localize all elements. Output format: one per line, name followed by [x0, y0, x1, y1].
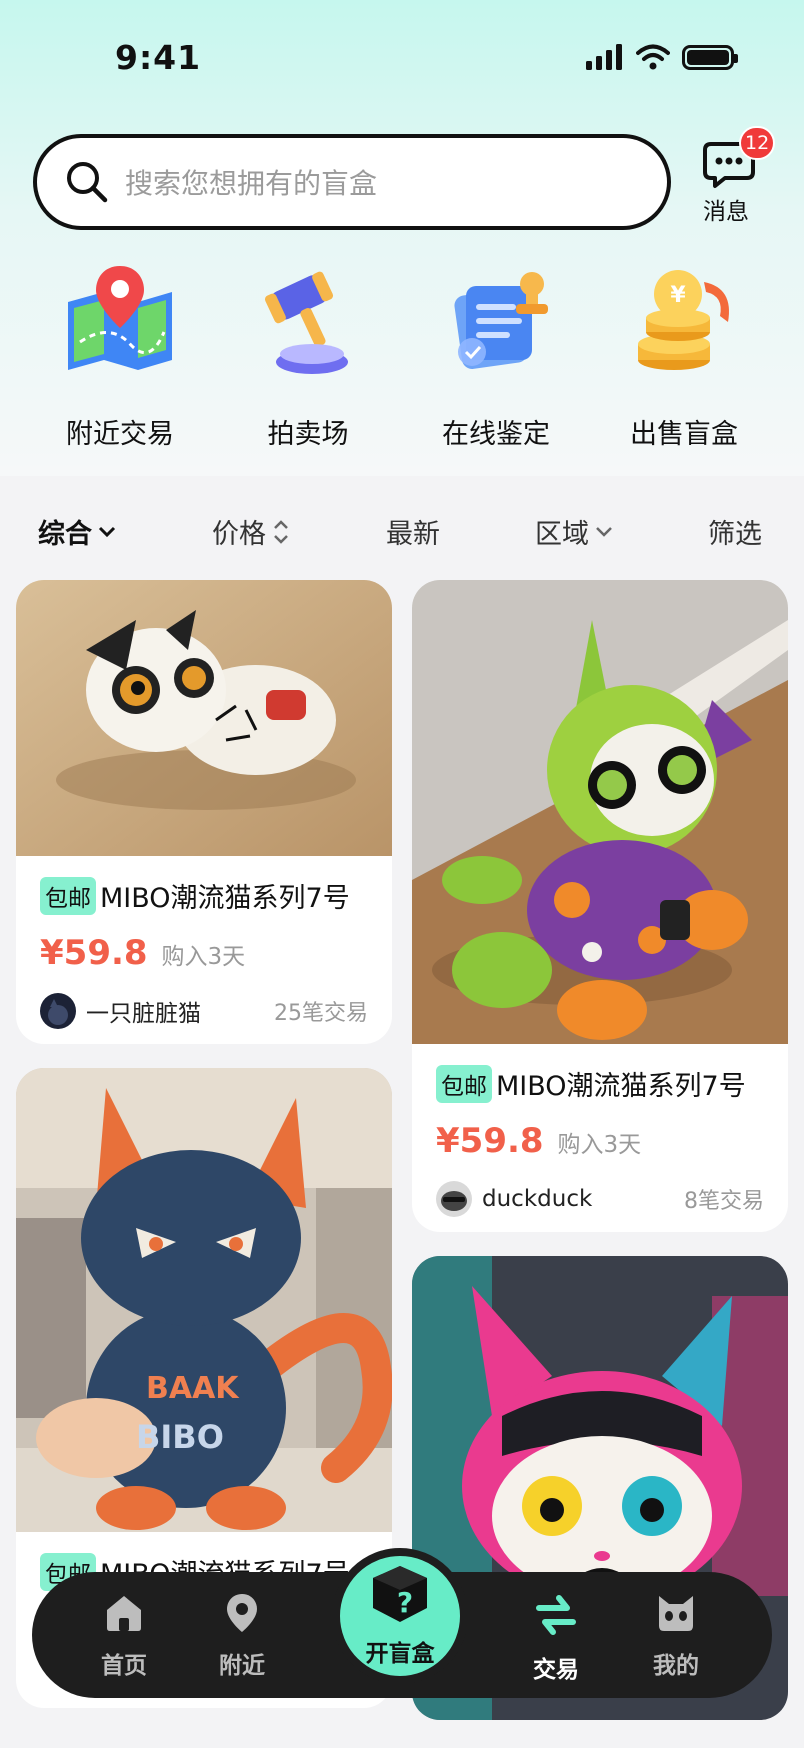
- tab-home[interactable]: 首页: [84, 1592, 164, 1680]
- product-title: MIBO潮流猫系列7号: [100, 883, 350, 914]
- quick-action-label: 在线鉴定: [442, 419, 550, 450]
- product-info: 包邮 MIBO潮流猫系列7号 ¥59.8 购入3天 一只脏脏猫 25笔交易: [16, 876, 392, 1029]
- message-count-badge: 12: [739, 126, 776, 160]
- messages-button[interactable]: 12 消息: [695, 126, 776, 225]
- product-card[interactable]: 包邮 MIBO潮流猫系列7号 ¥59.8 购入3天 duckduck 8笔交易: [412, 580, 788, 1232]
- tab-label: 附近: [219, 1653, 265, 1679]
- sort-icon: [274, 519, 288, 544]
- cat-face-icon: [659, 1596, 693, 1631]
- tab-label: 交易: [533, 1657, 579, 1683]
- product-card[interactable]: 包邮 MIBO潮流猫系列7号 ¥59.8 购入3天 一只脏脏猫 25笔交易: [16, 580, 392, 1044]
- seller-name[interactable]: 一只脏脏猫: [86, 994, 201, 1028]
- purchase-age: 购入3天: [557, 1132, 642, 1158]
- search-placeholder: 搜索您想拥有的盲盒: [125, 167, 378, 200]
- quick-action-label: 附近交易: [66, 419, 174, 450]
- filter-label: 筛选: [708, 519, 762, 550]
- product-price: ¥59.8: [436, 1121, 544, 1161]
- wifi-icon: [636, 44, 670, 70]
- status-icons: [586, 44, 738, 70]
- location-pin-icon: [227, 1594, 257, 1632]
- avatar[interactable]: [436, 1181, 472, 1217]
- quick-action-sell-box[interactable]: ¥ 出售盲盒: [604, 262, 764, 451]
- trade-count: 25笔交易: [274, 1001, 368, 1026]
- svg-text:BIBO: BIBO: [136, 1418, 224, 1456]
- filter-price[interactable]: 价格: [212, 512, 290, 551]
- chevron-down-icon: [98, 526, 116, 537]
- map-pin-icon: [68, 266, 172, 370]
- tab-mine[interactable]: 我的: [636, 1592, 716, 1680]
- product-image: BAAK BIBO: [16, 1068, 392, 1532]
- auction-hammer-icon: [264, 271, 348, 374]
- search-icon: [67, 162, 108, 203]
- battery-icon: [682, 44, 738, 70]
- document-stamp-icon: [454, 272, 548, 369]
- svg-text:BAAK: BAAK: [146, 1371, 240, 1406]
- open-box-button[interactable]: ? 开盲盒: [332, 1548, 468, 1684]
- filter-latest[interactable]: 最新: [386, 512, 440, 551]
- search-input[interactable]: 搜索您想拥有的盲盒: [33, 134, 671, 230]
- purchase-age: 购入3天: [161, 944, 246, 970]
- filter-comprehensive[interactable]: 综合: [38, 512, 116, 551]
- free-shipping-tag: 包邮: [40, 876, 96, 915]
- filter-label: 最新: [386, 519, 440, 550]
- chevron-down-icon: [596, 526, 612, 537]
- filter-label: 区域: [535, 519, 589, 550]
- status-bar: 9:41: [0, 0, 804, 110]
- coins-icon: ¥: [638, 270, 729, 370]
- tab-trade[interactable]: 交易: [516, 1592, 596, 1684]
- tab-label: 首页: [101, 1653, 147, 1679]
- svg-text:¥: ¥: [670, 283, 686, 308]
- filter-label: 综合: [38, 519, 92, 550]
- quick-action-label: 拍卖场: [267, 419, 349, 450]
- filter-bar: 综合 价格 最新 区域 筛选: [0, 476, 804, 580]
- product-image: [16, 580, 392, 856]
- seller-name[interactable]: duckduck: [482, 1186, 592, 1212]
- signal-icon: [586, 44, 622, 70]
- tab-nearby[interactable]: 附近: [202, 1592, 282, 1680]
- product-price: ¥59.8: [40, 933, 148, 973]
- trade-count: 8笔交易: [684, 1189, 764, 1214]
- quick-action-label: 出售盲盒: [630, 419, 738, 450]
- swap-arrows-icon: [536, 1595, 576, 1635]
- filter-label: 价格: [212, 519, 266, 550]
- tab-label: 我的: [653, 1653, 699, 1679]
- free-shipping-tag: 包邮: [436, 1064, 492, 1103]
- svg-text:?: ?: [397, 1586, 413, 1619]
- avatar[interactable]: [40, 993, 76, 1029]
- filter-screen[interactable]: 筛选: [708, 512, 762, 551]
- home-icon: [107, 1596, 141, 1631]
- messages-label: 消息: [703, 199, 749, 225]
- mystery-box-icon: ?: [373, 1566, 427, 1622]
- product-title: MIBO潮流猫系列7号: [496, 1071, 746, 1102]
- quick-action-auction[interactable]: 拍卖场: [228, 262, 388, 451]
- product-image: [412, 580, 788, 1044]
- product-info: 包邮 MIBO潮流猫系列7号 ¥59.8 购入3天 duckduck 8笔交易: [412, 1064, 788, 1217]
- filter-region[interactable]: 区域: [535, 512, 613, 551]
- quick-action-appraisal[interactable]: 在线鉴定: [416, 262, 576, 451]
- quick-action-nearby-trade[interactable]: 附近交易: [40, 262, 200, 451]
- tab-label: 开盲盒: [365, 1641, 435, 1667]
- status-time: 9:41: [115, 38, 202, 77]
